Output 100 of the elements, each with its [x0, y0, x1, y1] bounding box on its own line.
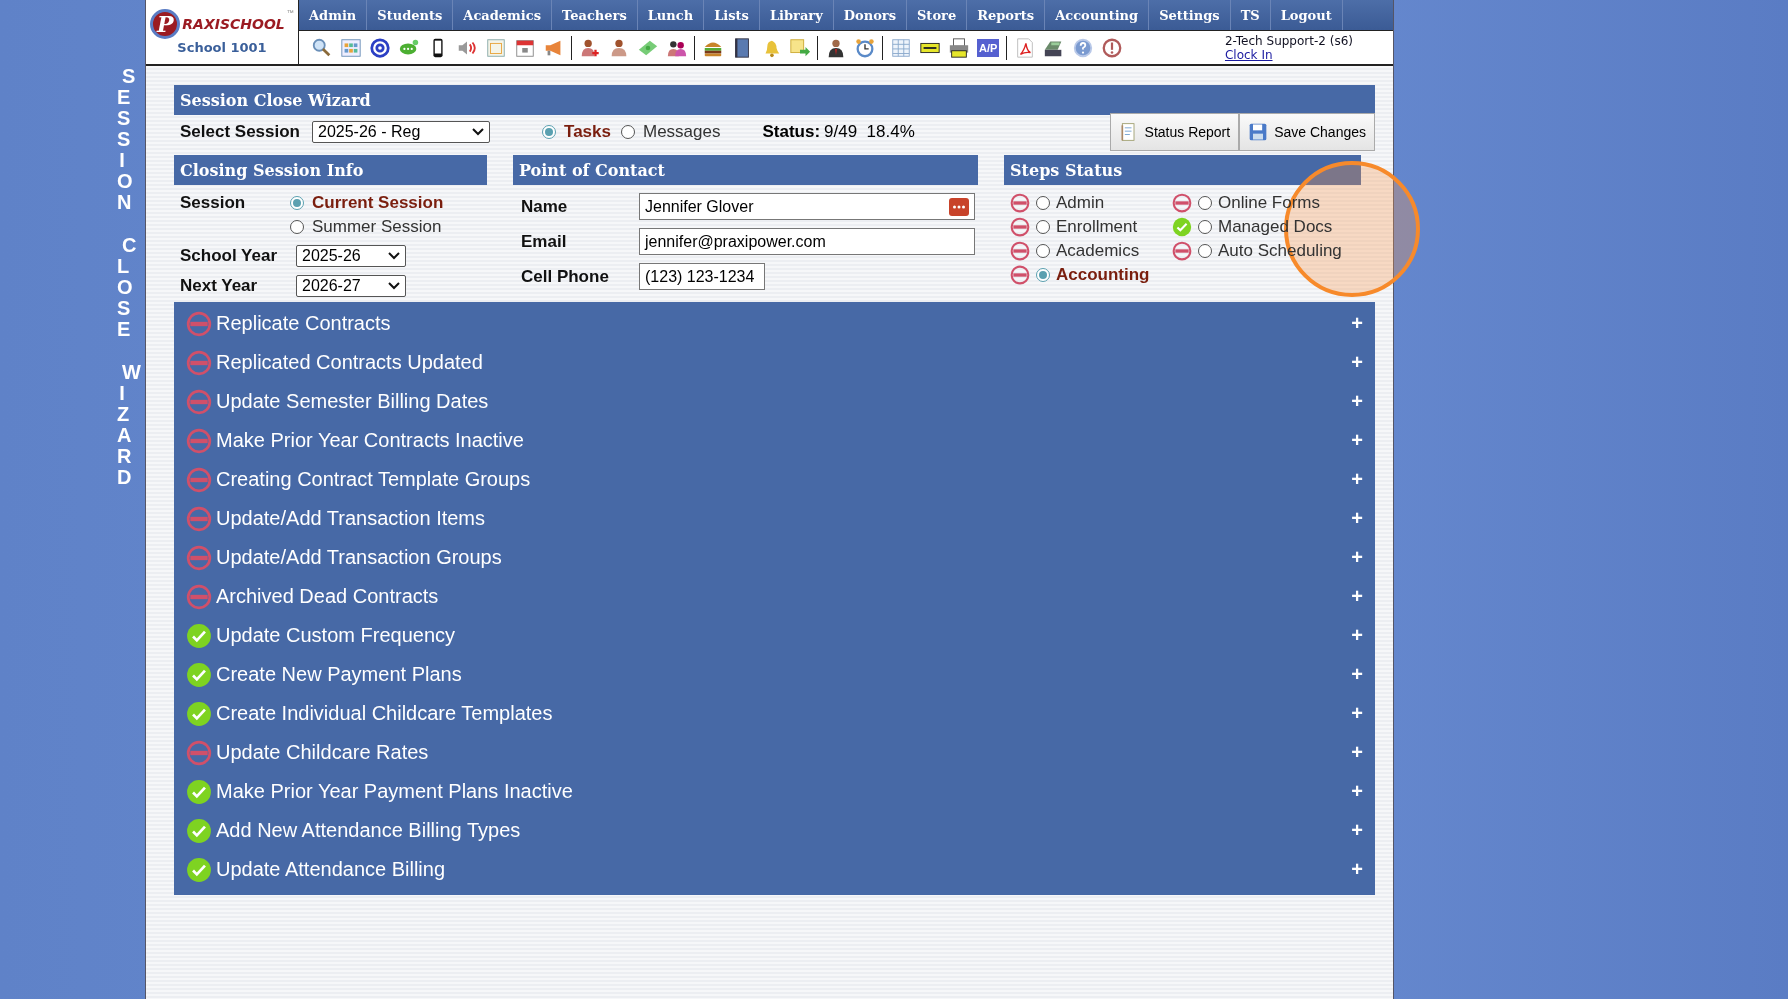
vertical-title-word: CLOSE: [117, 235, 137, 340]
expand-toggle[interactable]: +: [1351, 468, 1363, 491]
expand-toggle[interactable]: +: [1351, 663, 1363, 686]
ap-button[interactable]: A/P: [977, 38, 1000, 57]
task-title[interactable]: Update Semester Billing Dates: [216, 390, 1348, 413]
vertical-title-word: SESSION: [117, 66, 137, 213]
radio-label: Messages: [642, 122, 721, 142]
radio-label: Current Session: [312, 193, 444, 213]
menu-item[interactable]: TS: [1230, 0, 1271, 30]
radio-button[interactable]: [1198, 244, 1212, 258]
task-title[interactable]: Update/Add Transaction Groups: [216, 546, 1348, 569]
task-title[interactable]: Update Custom Frequency: [216, 624, 1348, 647]
radio-button[interactable]: [1036, 268, 1050, 282]
radio-button[interactable]: [290, 220, 304, 234]
section-header: Closing Session Info: [174, 155, 487, 185]
search-icon[interactable]: [310, 36, 333, 59]
more-icon: [949, 197, 969, 216]
task-title[interactable]: Archived Dead Contracts: [216, 585, 1348, 608]
step-label: Enrollment: [1056, 217, 1138, 237]
menu-item[interactable]: Teachers: [552, 0, 638, 30]
expand-toggle[interactable]: +: [1351, 507, 1363, 530]
task-title[interactable]: Make Prior Year Contracts Inactive: [216, 429, 1348, 452]
input-field[interactable]: jennifer@praxipower.com: [639, 228, 975, 255]
expand-toggle[interactable]: +: [1351, 312, 1363, 335]
expand-toggle[interactable]: +: [1351, 858, 1363, 881]
report-button[interactable]: Status Report: [1109, 113, 1240, 151]
radio-button[interactable]: [1036, 220, 1050, 234]
status-text: Status: 9/49 18.4%: [762, 122, 915, 142]
caret-icon: [388, 252, 400, 260]
menu-item[interactable]: Store: [907, 0, 968, 30]
task-title[interactable]: Update Attendance Billing: [216, 858, 1348, 881]
radio-button[interactable]: [1036, 196, 1050, 210]
radio-button[interactable]: [1198, 196, 1212, 210]
section-header: Steps Status: [1004, 155, 1361, 185]
task-title[interactable]: Creating Contract Template Groups: [216, 468, 1348, 491]
step-label: Accounting: [1056, 265, 1150, 285]
expand-toggle[interactable]: +: [1351, 624, 1363, 647]
field-label: Name: [521, 195, 569, 218]
task-title[interactable]: Create Individual Childcare Templates: [216, 702, 1348, 725]
field-label: Email: [521, 230, 568, 253]
menu-item[interactable]: Lists: [704, 0, 760, 30]
task-title[interactable]: Update Childcare Rates: [216, 741, 1348, 764]
dropdown[interactable]: 2025-26: [296, 245, 406, 267]
field-label: Select Session: [180, 122, 300, 142]
input-field[interactable]: Jennifer Glover: [639, 193, 975, 220]
expand-toggle[interactable]: +: [1351, 585, 1363, 608]
field-label: Next Year: [180, 276, 259, 296]
help-icon[interactable]: [1071, 36, 1094, 59]
field-label: Session: [180, 193, 247, 213]
task-title[interactable]: Add New Attendance Billing Types: [216, 819, 1348, 842]
expand-toggle[interactable]: +: [1351, 702, 1363, 725]
menu-item[interactable]: Admin: [299, 0, 368, 30]
expand-toggle[interactable]: +: [1351, 741, 1363, 764]
radio-button[interactable]: [1198, 220, 1212, 234]
task-title[interactable]: Replicated Contracts Updated: [216, 351, 1348, 374]
task-title[interactable]: Make Prior Year Payment Plans Inactive: [216, 780, 1348, 803]
input-field[interactable]: (123) 123-1234: [639, 263, 765, 290]
section-header: Point of Contact: [513, 155, 978, 185]
field-label: School Year: [180, 246, 278, 266]
step-label: Admin: [1056, 193, 1105, 213]
dropdown[interactable]: 2026-27: [296, 275, 406, 297]
clock-in-link[interactable]: Clock In: [1224, 47, 1353, 62]
alarm-clock-icon[interactable]: [853, 36, 876, 59]
expand-toggle[interactable]: +: [1351, 546, 1363, 569]
expand-toggle[interactable]: +: [1351, 429, 1363, 452]
radio-button[interactable]: [290, 196, 304, 210]
caret-icon: [472, 128, 484, 136]
menu-item[interactable]: Library: [759, 0, 834, 30]
caret-icon: [388, 282, 400, 290]
menu-item[interactable]: Academics: [453, 0, 553, 30]
expand-toggle[interactable]: +: [1351, 819, 1363, 842]
menu-item[interactable]: Settings: [1149, 0, 1231, 30]
menu-item[interactable]: Accounting: [1045, 0, 1150, 30]
task-title[interactable]: Create New Payment Plans: [216, 663, 1348, 686]
printer-icon[interactable]: [947, 36, 970, 59]
radio-button[interactable]: [542, 125, 556, 139]
section-header: Session Close Wizard: [174, 85, 1375, 115]
menu-item[interactable]: Donors: [833, 0, 907, 30]
school-name: School 1001: [177, 40, 267, 55]
radio-label: Summer Session: [312, 217, 442, 237]
expand-toggle[interactable]: +: [1351, 780, 1363, 803]
grid-icon[interactable]: [339, 36, 362, 59]
dropdown[interactable]: 2025-26 - Reg: [312, 121, 490, 143]
radio-button[interactable]: [620, 125, 635, 139]
menu-item[interactable]: Reports: [967, 0, 1046, 30]
user-name: 2-Tech Support-2 (s6): [1224, 33, 1353, 48]
menu-item[interactable]: Lunch: [637, 0, 705, 30]
expand-toggle[interactable]: +: [1351, 390, 1363, 413]
brand-name: RAXISCHOOL: [182, 16, 285, 32]
alert-icon[interactable]: [1100, 36, 1123, 59]
task-title[interactable]: Update/Add Transaction Items: [216, 507, 1348, 530]
save-button[interactable]: Save Changes: [1239, 113, 1375, 151]
logo-mark: P: [150, 9, 181, 39]
menu-item[interactable]: Students: [367, 0, 454, 30]
radio-label: Tasks: [564, 122, 611, 142]
menu-item[interactable]: Logout: [1270, 0, 1343, 30]
step-label: Academics: [1056, 241, 1140, 261]
task-title[interactable]: Replicate Contracts: [216, 312, 1348, 335]
expand-toggle[interactable]: +: [1351, 351, 1363, 374]
radio-button[interactable]: [1036, 244, 1050, 258]
